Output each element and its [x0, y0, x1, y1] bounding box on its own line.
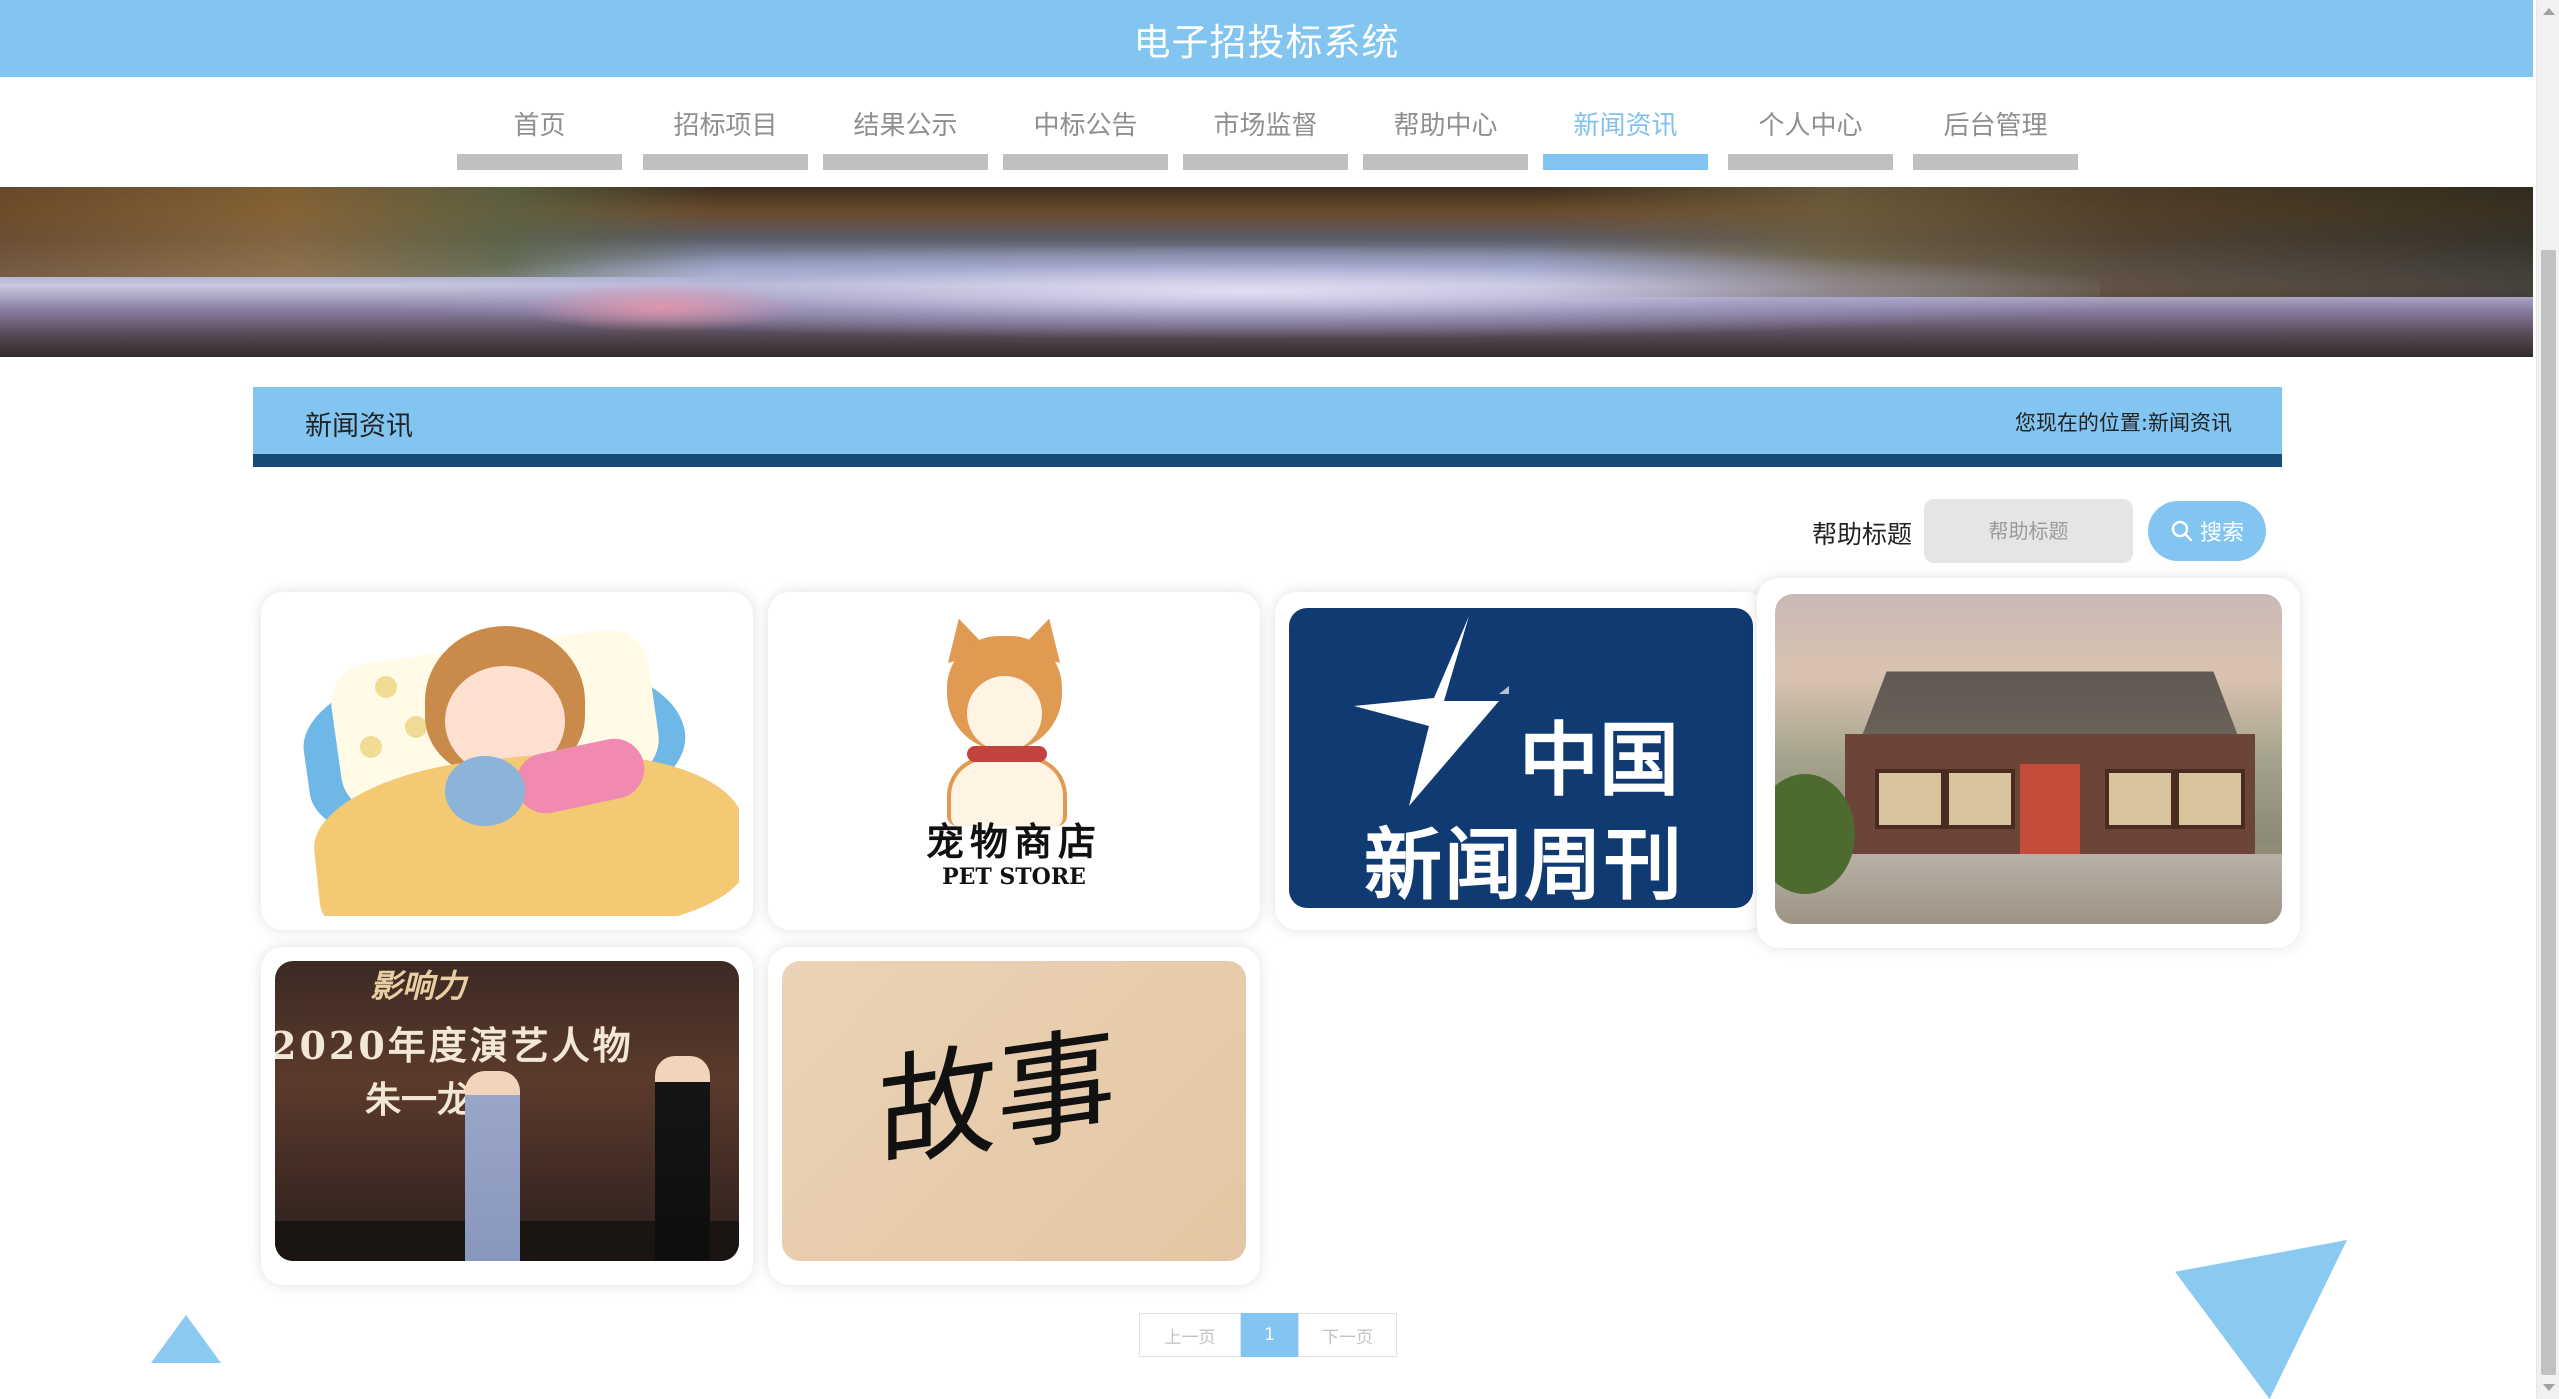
decorative-triangle — [2175, 1240, 2347, 1399]
prev-page-button[interactable]: 上一页 — [1139, 1313, 1241, 1357]
breadcrumb-prefix: 您现在的位置: — [2014, 411, 2148, 435]
page-number-button[interactable]: 1 — [1241, 1313, 1298, 1357]
china-newsweek-logo: 中国 新闻周刊 — [1289, 608, 1753, 908]
nav-item-underline — [823, 154, 988, 170]
search-button-label: 搜索 — [2199, 521, 2244, 546]
star-icon — [1354, 616, 1509, 806]
nav-item-underline — [1183, 154, 1348, 170]
presenter-figure — [465, 1071, 520, 1261]
nav-item-underline — [1543, 154, 1708, 170]
section-title: 新闻资讯 — [305, 411, 413, 442]
scroll-up-icon[interactable] — [2543, 8, 2555, 15]
nav-item-results[interactable]: 结果公示 — [823, 104, 988, 170]
search-input[interactable] — [1924, 499, 2133, 563]
search-button[interactable]: 搜索 — [2148, 501, 2266, 561]
news-card[interactable] — [1757, 578, 2300, 948]
search-icon — [2171, 520, 2193, 542]
pet-store-subtitle: PET STORE — [942, 864, 1086, 890]
nav-item-label: 后台管理 — [1943, 111, 2048, 141]
site-header: 电子招投标系统 — [0, 0, 2533, 77]
nav-item-underline — [1003, 154, 1168, 170]
banner-image — [0, 187, 2533, 357]
breadcrumb-current[interactable]: 新闻资讯 — [2148, 411, 2232, 435]
news-card[interactable]: 宠物商店 PET STORE — [768, 592, 1260, 930]
main-nav: 首页 招标项目 结果公示 中标公告 市场监督 帮助中心 新闻资讯 个人中心 后台… — [0, 77, 2533, 187]
pet-store-logo: 宠物商店 PET STORE — [782, 606, 1246, 916]
news-card[interactable]: 影响力 2020年度演艺人物 朱一龙 — [261, 947, 753, 1285]
nav-item-label: 中标公告 — [1033, 111, 1138, 141]
nav-item-underline — [1728, 154, 1893, 170]
event-logo: 影响力 — [370, 967, 467, 1005]
nav-item-help-center[interactable]: 帮助中心 — [1363, 104, 1528, 170]
scroll-down-icon[interactable] — [2543, 1384, 2555, 1391]
stage-event-photo: 影响力 2020年度演艺人物 朱一龙 — [275, 961, 739, 1261]
nav-item-personal-center[interactable]: 个人中心 — [1728, 104, 1893, 170]
calligraphy-photo: 故事 — [782, 961, 1246, 1261]
nav-item-label: 帮助中心 — [1393, 111, 1498, 141]
nav-item-tender-projects[interactable]: 招标项目 — [643, 104, 808, 170]
nav-item-underline — [643, 154, 808, 170]
search-label: 帮助标题 — [1812, 520, 1913, 549]
nav-item-news[interactable]: 新闻资讯 — [1543, 104, 1708, 170]
nav-item-underline — [1913, 154, 2078, 170]
nav-item-home[interactable]: 首页 — [457, 104, 622, 170]
nav-item-underline — [457, 154, 622, 170]
nav-item-label: 新闻资讯 — [1573, 111, 1678, 141]
news-card[interactable]: 中国 新闻周刊 — [1275, 592, 1767, 930]
next-page-button[interactable]: 下一页 — [1298, 1313, 1397, 1357]
nav-item-award-notices[interactable]: 中标公告 — [1003, 104, 1168, 170]
section-header: 新闻资讯 您现在的位置:新闻资讯 — [253, 387, 2282, 467]
news-card[interactable]: 故事 — [768, 947, 1260, 1285]
nav-item-underline — [1363, 154, 1528, 170]
pet-store-title: 宠物商店 — [925, 819, 1102, 864]
sleeping-girl-illustration — [275, 606, 739, 916]
news-logo-line1: 中国 — [1519, 714, 1679, 807]
traditional-building-photo — [1775, 594, 2282, 924]
nav-item-label: 市场监督 — [1213, 111, 1318, 141]
nav-item-label: 首页 — [513, 111, 566, 141]
vertical-scrollbar[interactable] — [2536, 0, 2559, 1399]
pagination: 上一页 1 下一页 — [1139, 1313, 1397, 1357]
news-card[interactable] — [261, 592, 753, 930]
calligraphy-text: 故事 — [878, 1012, 1116, 1187]
nav-item-label: 个人中心 — [1758, 111, 1863, 141]
decorative-triangle — [151, 1315, 221, 1363]
page: 电子招投标系统 首页 招标项目 结果公示 中标公告 市场监督 帮助中心 新闻资讯 — [0, 0, 2559, 1399]
event-banner-line1: 2020年度演艺人物 — [275, 1023, 634, 1068]
breadcrumb: 您现在的位置:新闻资讯 — [2015, 407, 2232, 437]
scrollbar-thumb[interactable] — [2541, 250, 2556, 1375]
banner-glow — [520, 282, 800, 332]
nav-item-admin[interactable]: 后台管理 — [1913, 104, 2078, 170]
news-logo-line2: 新闻周刊 — [1364, 821, 1685, 908]
nav-item-label: 招标项目 — [673, 111, 778, 141]
nav-item-label: 结果公示 — [853, 111, 958, 141]
site-title: 电子招投标系统 — [1133, 20, 1400, 64]
presenter-figure — [655, 1056, 710, 1261]
nav-item-market-supervision[interactable]: 市场监督 — [1183, 104, 1348, 170]
event-banner-line2: 朱一龙 — [365, 1079, 474, 1121]
